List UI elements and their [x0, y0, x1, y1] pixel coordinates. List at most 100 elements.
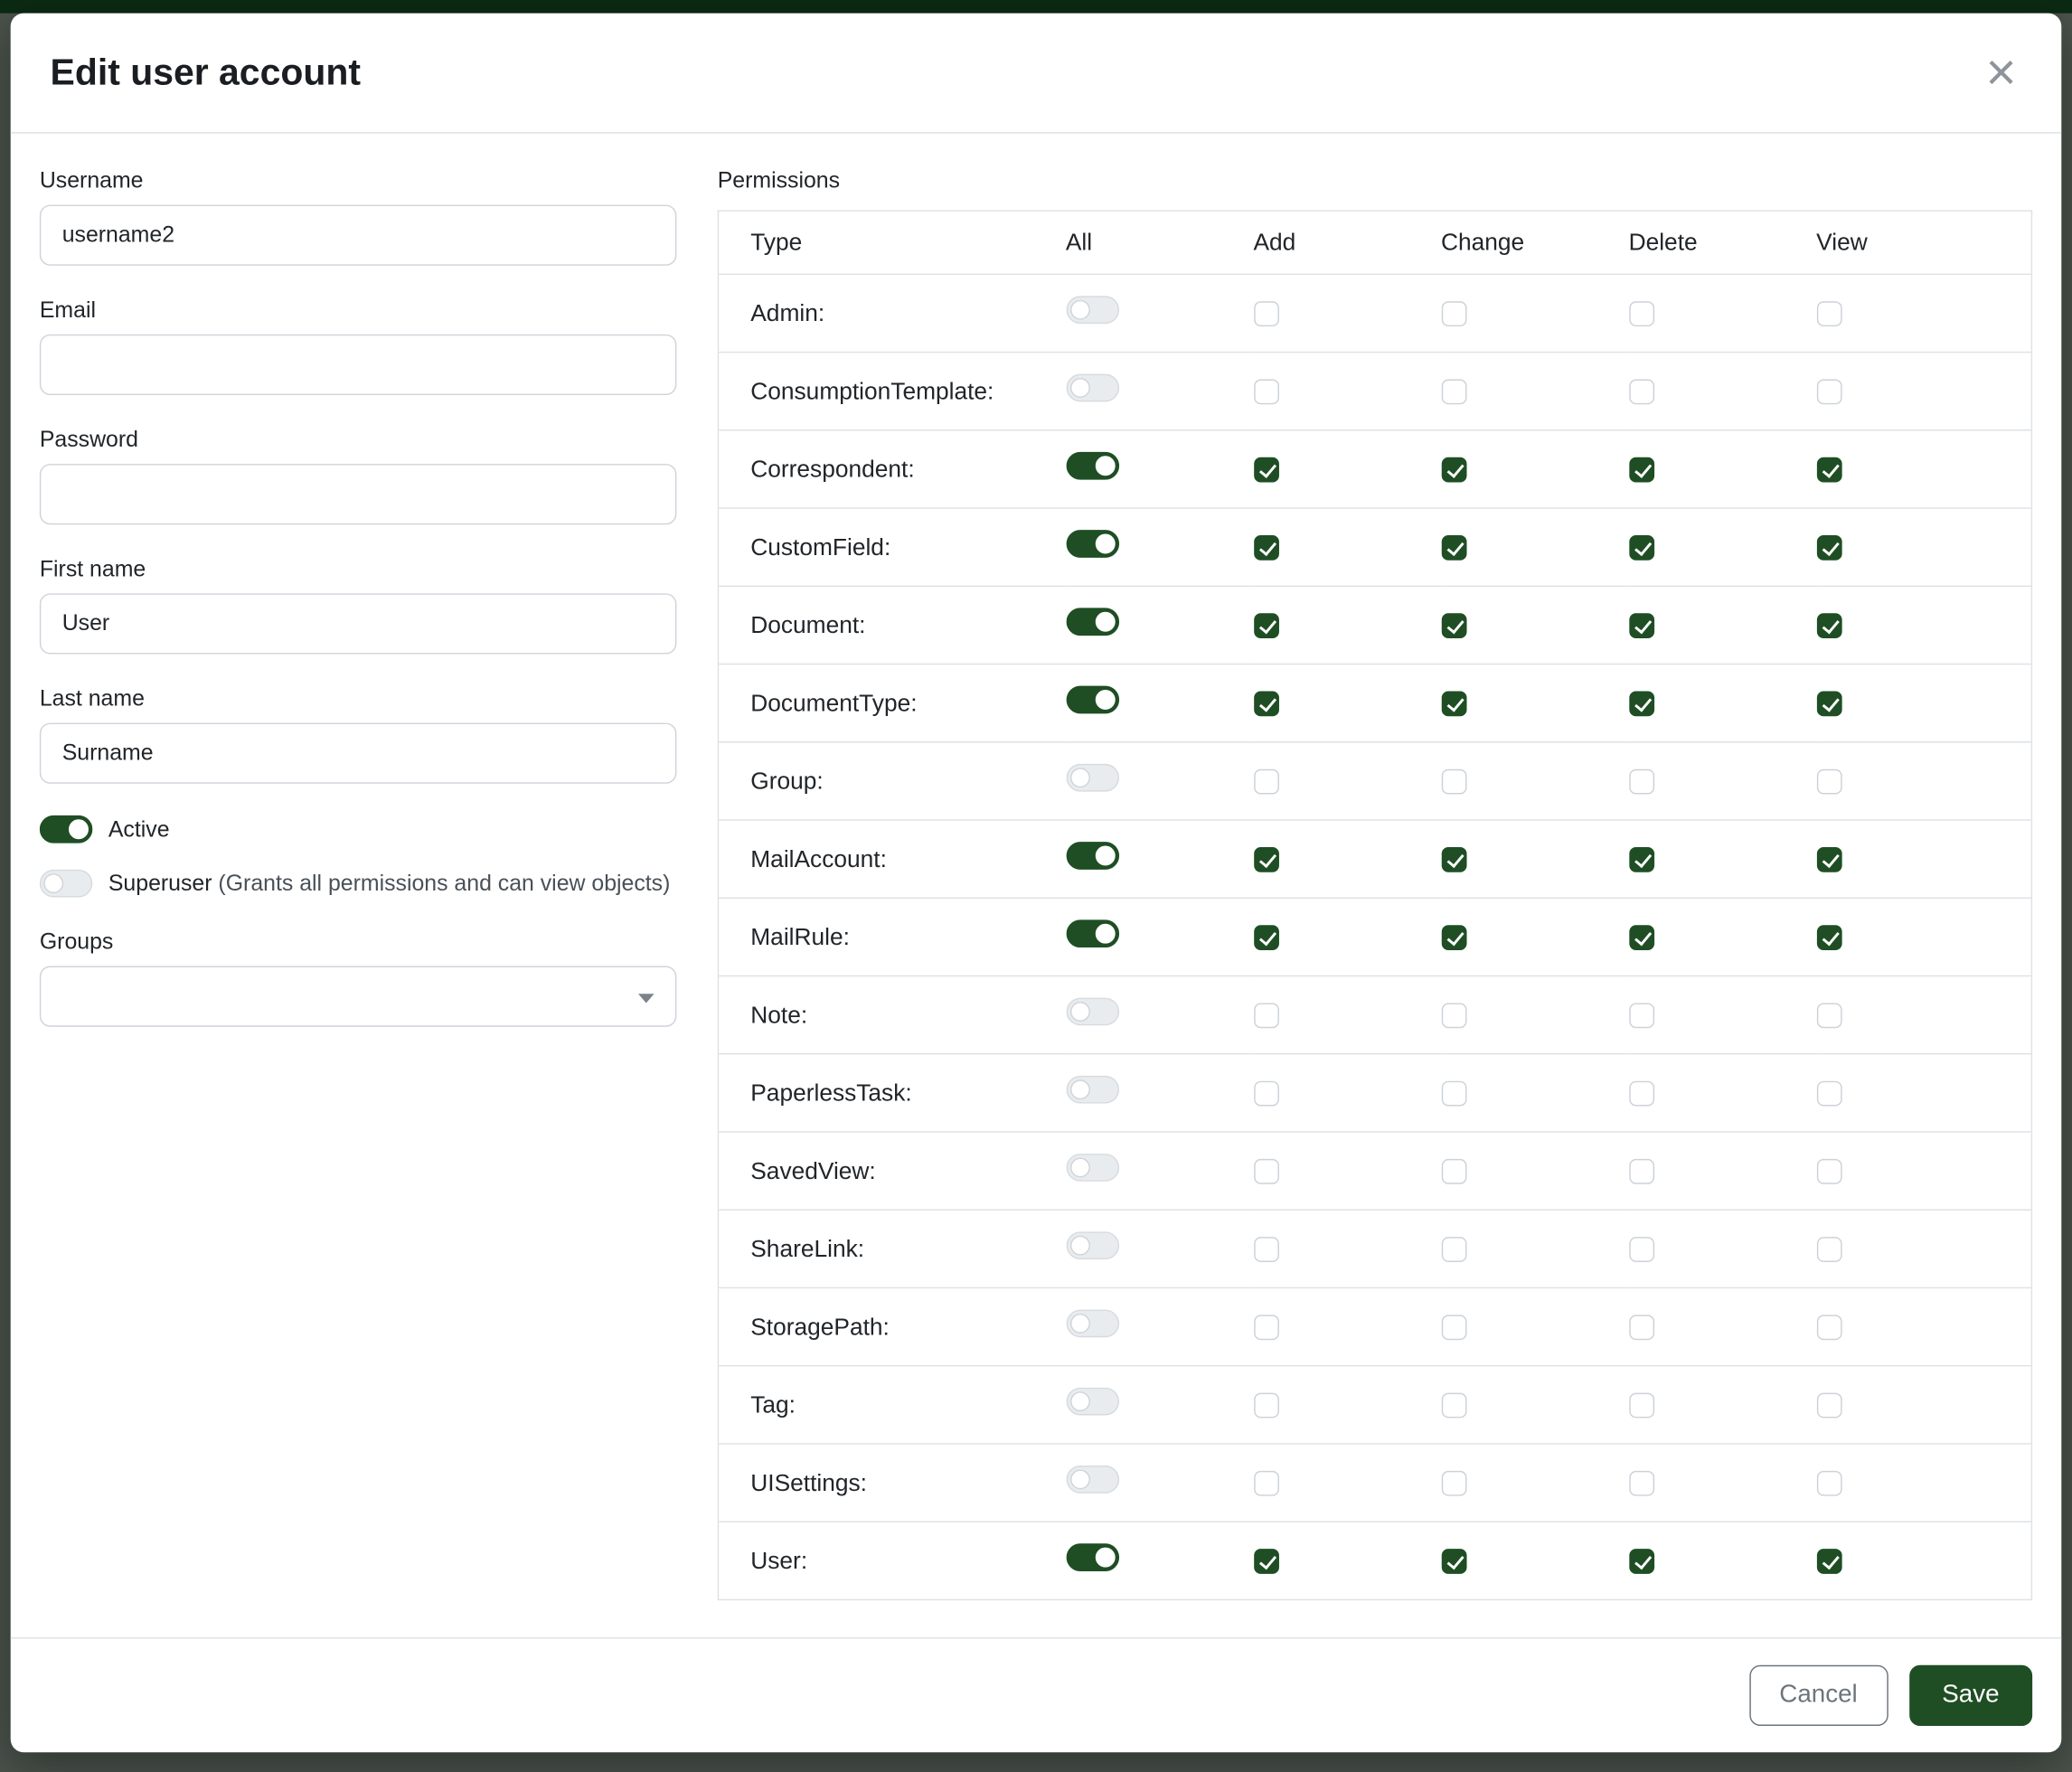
permission-add-checkbox[interactable] — [1253, 457, 1278, 483]
permission-delete-checkbox[interactable] — [1629, 1159, 1654, 1184]
permission-add-checkbox[interactable] — [1253, 1159, 1278, 1184]
first-name-input[interactable] — [40, 593, 677, 654]
superuser-toggle[interactable] — [40, 870, 92, 898]
permission-all-toggle[interactable] — [1066, 764, 1118, 792]
permission-row: Correspondent: — [718, 430, 2031, 508]
permission-view-checkbox[interactable] — [1816, 1550, 1841, 1575]
permission-view-checkbox[interactable] — [1816, 1159, 1841, 1184]
permission-add-checkbox[interactable] — [1253, 1393, 1278, 1419]
permission-all-toggle[interactable] — [1066, 530, 1118, 558]
permission-view-checkbox[interactable] — [1816, 1238, 1841, 1263]
permission-delete-checkbox[interactable] — [1629, 1081, 1654, 1107]
permission-view-checkbox[interactable] — [1816, 847, 1841, 872]
permission-all-toggle[interactable] — [1066, 1154, 1118, 1182]
permission-add-checkbox[interactable] — [1253, 614, 1278, 639]
permission-view-checkbox[interactable] — [1816, 1393, 1841, 1419]
permission-add-checkbox[interactable] — [1253, 302, 1278, 327]
permission-add-checkbox[interactable] — [1253, 535, 1278, 561]
permission-add-checkbox[interactable] — [1253, 769, 1278, 795]
permission-change-checkbox[interactable] — [1441, 926, 1466, 951]
permission-all-toggle[interactable] — [1066, 842, 1118, 870]
permission-view-checkbox[interactable] — [1816, 380, 1841, 405]
permission-add-checkbox[interactable] — [1253, 1471, 1278, 1496]
permission-change-checkbox[interactable] — [1441, 1159, 1466, 1184]
permission-all-toggle[interactable] — [1066, 1076, 1118, 1104]
permission-delete-checkbox[interactable] — [1629, 847, 1654, 872]
permission-change-checkbox[interactable] — [1441, 302, 1466, 327]
col-header-view: View — [1816, 211, 2031, 274]
permission-all-toggle[interactable] — [1066, 296, 1118, 324]
permission-view-checkbox[interactable] — [1816, 692, 1841, 717]
permission-add-checkbox[interactable] — [1253, 1004, 1278, 1029]
permission-delete-checkbox[interactable] — [1629, 1004, 1654, 1029]
permission-view-checkbox[interactable] — [1816, 535, 1841, 561]
permission-change-checkbox[interactable] — [1441, 380, 1466, 405]
permission-change-checkbox[interactable] — [1441, 1081, 1466, 1107]
permission-delete-checkbox[interactable] — [1629, 380, 1654, 405]
email-input[interactable] — [40, 335, 677, 395]
groups-select[interactable] — [40, 966, 677, 1027]
permission-change-checkbox[interactable] — [1441, 1004, 1466, 1029]
permission-all-toggle[interactable] — [1066, 1231, 1118, 1259]
permission-change-checkbox[interactable] — [1441, 1471, 1466, 1496]
permissions-header-row: Type All Add Change Delete View — [718, 211, 2031, 274]
permission-view-checkbox[interactable] — [1816, 457, 1841, 483]
permission-delete-checkbox[interactable] — [1629, 692, 1654, 717]
permission-view-checkbox[interactable] — [1816, 1471, 1841, 1496]
permission-change-checkbox[interactable] — [1441, 1550, 1466, 1575]
permission-delete-checkbox[interactable] — [1629, 302, 1654, 327]
permission-all-toggle[interactable] — [1066, 608, 1118, 636]
permission-add-checkbox[interactable] — [1253, 1315, 1278, 1341]
permission-change-checkbox[interactable] — [1441, 1238, 1466, 1263]
permission-view-checkbox[interactable] — [1816, 1315, 1841, 1341]
permission-delete-checkbox[interactable] — [1629, 457, 1654, 483]
permission-delete-checkbox[interactable] — [1629, 1471, 1654, 1496]
permission-change-checkbox[interactable] — [1441, 1315, 1466, 1341]
permission-all-toggle[interactable] — [1066, 1388, 1118, 1416]
permission-all-toggle[interactable] — [1066, 686, 1118, 714]
permission-view-checkbox[interactable] — [1816, 769, 1841, 795]
active-toggle[interactable] — [40, 815, 92, 844]
permission-add-checkbox[interactable] — [1253, 380, 1278, 405]
permission-add-checkbox[interactable] — [1253, 1238, 1278, 1263]
permission-all-toggle[interactable] — [1066, 374, 1118, 402]
permission-add-checkbox[interactable] — [1253, 926, 1278, 951]
permission-row: PaperlessTask: — [718, 1054, 2031, 1132]
permission-change-checkbox[interactable] — [1441, 1393, 1466, 1419]
save-button[interactable]: Save — [1909, 1665, 2032, 1726]
permission-change-checkbox[interactable] — [1441, 769, 1466, 795]
permission-delete-checkbox[interactable] — [1629, 1238, 1654, 1263]
permission-view-checkbox[interactable] — [1816, 1004, 1841, 1029]
permission-add-checkbox[interactable] — [1253, 1550, 1278, 1575]
permission-delete-checkbox[interactable] — [1629, 1550, 1654, 1575]
permission-delete-checkbox[interactable] — [1629, 926, 1654, 951]
permission-change-checkbox[interactable] — [1441, 535, 1466, 561]
permission-all-toggle[interactable] — [1066, 1466, 1118, 1494]
permission-all-toggle[interactable] — [1066, 919, 1118, 947]
permission-delete-checkbox[interactable] — [1629, 1393, 1654, 1419]
permission-change-checkbox[interactable] — [1441, 457, 1466, 483]
permission-all-toggle[interactable] — [1066, 452, 1118, 480]
permission-all-toggle[interactable] — [1066, 1310, 1118, 1338]
permission-all-toggle[interactable] — [1066, 1543, 1118, 1571]
close-icon[interactable]: × — [1981, 52, 2022, 92]
permission-add-checkbox[interactable] — [1253, 692, 1278, 717]
permission-all-toggle[interactable] — [1066, 998, 1118, 1026]
permission-view-checkbox[interactable] — [1816, 614, 1841, 639]
permission-view-checkbox[interactable] — [1816, 1081, 1841, 1107]
username-input[interactable] — [40, 205, 677, 266]
permission-change-checkbox[interactable] — [1441, 847, 1466, 872]
permission-change-checkbox[interactable] — [1441, 692, 1466, 717]
permission-add-checkbox[interactable] — [1253, 847, 1278, 872]
permission-view-checkbox[interactable] — [1816, 302, 1841, 327]
cancel-button[interactable]: Cancel — [1749, 1665, 1888, 1726]
password-input[interactable] — [40, 464, 677, 524]
permission-delete-checkbox[interactable] — [1629, 769, 1654, 795]
permission-change-checkbox[interactable] — [1441, 614, 1466, 639]
last-name-input[interactable] — [40, 723, 677, 784]
permission-view-checkbox[interactable] — [1816, 926, 1841, 951]
permission-delete-checkbox[interactable] — [1629, 535, 1654, 561]
permission-delete-checkbox[interactable] — [1629, 614, 1654, 639]
permission-add-checkbox[interactable] — [1253, 1081, 1278, 1107]
permission-delete-checkbox[interactable] — [1629, 1315, 1654, 1341]
